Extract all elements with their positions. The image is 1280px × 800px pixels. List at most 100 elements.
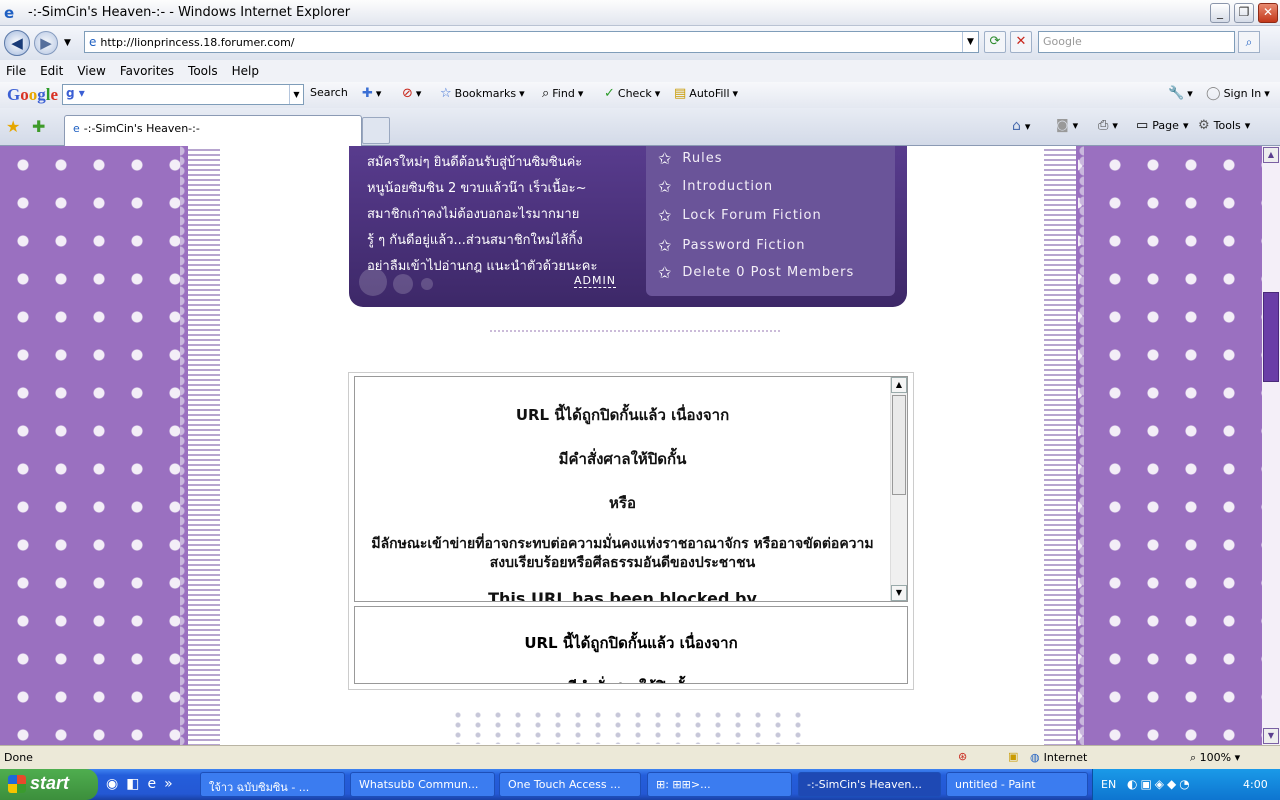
- tab-simcins-heaven[interactable]: e -:-SimCin's Heaven-:-: [64, 115, 362, 146]
- sign-in-button[interactable]: ◯ Sign In ▾: [1206, 86, 1270, 101]
- ie-logo-icon: e: [4, 3, 15, 22]
- search-icon[interactable]: ⌕: [1238, 31, 1260, 53]
- start-button[interactable]: start: [0, 769, 98, 800]
- menu-file[interactable]: File: [6, 64, 26, 78]
- menu-tools[interactable]: Tools: [188, 64, 218, 78]
- security-icon[interactable]: ⊛: [958, 750, 967, 763]
- check-label: Check: [617, 87, 652, 100]
- ie-quick-launch-icon[interactable]: e: [147, 776, 156, 792]
- google-dropdown-icon[interactable]: ▼: [289, 85, 303, 104]
- menu-view[interactable]: View: [77, 64, 105, 78]
- find-button[interactable]: ⌕ Find ▾: [542, 86, 583, 101]
- google-search-label: Search: [310, 86, 348, 99]
- close-button[interactable]: ✕: [1258, 3, 1278, 23]
- google-search-button[interactable]: Search: [310, 86, 348, 99]
- minimize-button[interactable]: _: [1210, 3, 1230, 23]
- tray-icons[interactable]: ◐▣◈◆◔: [1127, 777, 1193, 791]
- bookmarks-label: Bookmarks: [454, 87, 517, 100]
- search-input[interactable]: Google: [1038, 31, 1235, 53]
- favorites-star-icon[interactable]: ★: [6, 117, 20, 136]
- star-icon: ✩: [658, 177, 673, 196]
- page-scrollbar[interactable]: ▲ ▼: [1262, 146, 1280, 745]
- menu-item-label: Introduction: [682, 179, 774, 194]
- forward-button[interactable]: ▶: [34, 31, 58, 55]
- scroll-up-icon[interactable]: ▲: [1263, 147, 1279, 163]
- more-icon[interactable]: »: [164, 776, 173, 792]
- add-button[interactable]: ✚ ▾: [362, 86, 381, 101]
- scroll-thumb[interactable]: [1263, 292, 1279, 382]
- taskbar-item-active[interactable]: -:-SimCin's Heaven...: [798, 772, 941, 797]
- print-button[interactable]: ⎙ ▾: [1098, 118, 1118, 133]
- new-tab-button[interactable]: [362, 117, 390, 144]
- wrench-icon[interactable]: 🔧 ▾: [1168, 86, 1193, 101]
- history-dropdown-icon[interactable]: ▼: [64, 38, 71, 48]
- autofill-button[interactable]: ▤ AutoFill ▾: [674, 86, 738, 101]
- spellcheck-icon: ✓: [604, 86, 615, 101]
- scroll-down-icon[interactable]: ▼: [891, 585, 907, 601]
- maximize-button[interactable]: ❐: [1234, 3, 1254, 23]
- find-label: Find: [552, 87, 575, 100]
- bookmarks-button[interactable]: ☆ Bookmarks ▾: [440, 86, 525, 101]
- taskbar-item[interactable]: ⊞: ⊞⊞>...: [647, 772, 792, 797]
- tools-menu-button[interactable]: ⚙ Tools ▾: [1198, 118, 1250, 133]
- quick-launch-icon[interactable]: ◧: [126, 776, 139, 792]
- page-menu-button[interactable]: ▭ Page ▾: [1136, 118, 1188, 133]
- taskbar-item-label: untitled - Paint: [955, 778, 1036, 791]
- scroll-thumb[interactable]: [892, 395, 906, 495]
- menu-item-delete-0-post[interactable]: ✩ Delete 0 Post Members: [658, 263, 854, 282]
- home-icon: ⌂: [1012, 118, 1021, 134]
- taskbar-item[interactable]: Whatsubb Commun...: [350, 772, 495, 797]
- left-polka-background: [0, 146, 188, 745]
- menu-item-lock-forum-fiction[interactable]: ✩ Lock Forum Fiction: [658, 206, 822, 225]
- security-zone[interactable]: ◍ Internet: [1030, 751, 1087, 764]
- menu-item-label: Delete 0 Post Members: [682, 265, 855, 280]
- google-search-input[interactable]: g ▾ ▼: [62, 84, 304, 105]
- blocked-title-en: This URL has been blocked by: [488, 589, 757, 602]
- address-input[interactable]: e http://lionprincess.18.forumer.com/ ▼: [84, 31, 979, 53]
- popup-blocker-icon[interactable]: ⊘ ▾: [402, 86, 421, 101]
- taskbar-item[interactable]: One Touch Access ...: [499, 772, 641, 797]
- menu-bar: File Edit View Favorites Tools Help: [0, 60, 1280, 82]
- star-icon: ☆: [440, 86, 452, 101]
- zoom-control[interactable]: ⌕ 100% ▾: [1190, 751, 1240, 765]
- globe-icon: ◍: [1030, 751, 1040, 764]
- language-indicator[interactable]: EN: [1101, 778, 1116, 791]
- menu-help[interactable]: Help: [232, 64, 259, 78]
- address-toolbar: ◀ ▶ ▼ e http://lionprincess.18.forumer.c…: [0, 26, 1280, 60]
- feeds-button[interactable]: ◙ ▾: [1056, 118, 1078, 133]
- page-center-column: สมัครใหม่ๆ ยินดีต้อนรับสู่บ้านซิมซินค่ะ …: [220, 146, 1044, 745]
- menu-item-rules[interactable]: ✩ Rules: [658, 149, 722, 168]
- blocked-notice-frame-2[interactable]: URL นี้ได้ถูกปิดกั้นแล้ว เนื่องจาก มีคำส…: [354, 606, 908, 684]
- protected-mode-icon[interactable]: ▣: [1008, 750, 1018, 763]
- address-dropdown-icon[interactable]: ▼: [962, 32, 978, 52]
- dotted-divider: [490, 330, 780, 332]
- find-icon: ⌕: [542, 86, 550, 101]
- taskbar-item[interactable]: untitled - Paint: [946, 772, 1088, 797]
- stop-button[interactable]: ✕: [1010, 31, 1032, 53]
- menu-favorites[interactable]: Favorites: [120, 64, 174, 78]
- title-bar: e -:-SimCin's Heaven-:- - Windows Intern…: [0, 0, 1280, 26]
- back-button[interactable]: ◀: [4, 30, 30, 56]
- tab-bar: ★ ✚ e -:-SimCin's Heaven-:- ⌂ ▾ ◙ ▾ ⎙ ▾ ▭ Pag…: [0, 108, 1280, 146]
- blocked-notice-frame[interactable]: URL นี้ได้ถูกปิดกั้นแล้ว เนื่องจาก มีคำส…: [354, 376, 908, 602]
- clock: 4:00: [1243, 778, 1268, 791]
- zoom-level: 100%: [1199, 751, 1232, 764]
- left-lace-edge: [180, 146, 192, 745]
- welcome-line: สมัครใหม่ๆ ยินดีต้อนรับสู่บ้านซิมซินค่ะ: [367, 155, 583, 170]
- menu-item-password-fiction[interactable]: ✩ Password Fiction: [658, 236, 805, 255]
- admin-label[interactable]: ADMIN: [574, 274, 616, 288]
- menu-item-introduction[interactable]: ✩ Introduction: [658, 177, 773, 196]
- add-favorite-icon[interactable]: ✚: [32, 117, 45, 136]
- right-lace-edge: [1072, 146, 1084, 745]
- check-button[interactable]: ✓ Check ▾: [604, 86, 660, 101]
- scroll-up-icon[interactable]: ▲: [891, 377, 907, 393]
- frame-scrollbar[interactable]: ▲ ▼: [890, 377, 907, 601]
- blocked-title-th: URL นี้ได้ถูกปิดกั้นแล้ว เนื่องจาก: [515, 406, 730, 424]
- refresh-button[interactable]: ⟳: [984, 31, 1006, 53]
- menu-edit[interactable]: Edit: [40, 64, 63, 78]
- taskbar-item[interactable]: ใจ้าว ฉบับซิมซิน - ...: [200, 772, 345, 797]
- scroll-down-icon[interactable]: ▼: [1263, 728, 1279, 744]
- google-toolbar: Google g ▾ ▼ Search ✚ ▾ ⊘ ▾ ☆ Bookmarks ▾ ⌕ F…: [0, 82, 1280, 108]
- quick-launch-icon[interactable]: ◉: [106, 776, 118, 792]
- home-button[interactable]: ⌂ ▾: [1012, 118, 1030, 134]
